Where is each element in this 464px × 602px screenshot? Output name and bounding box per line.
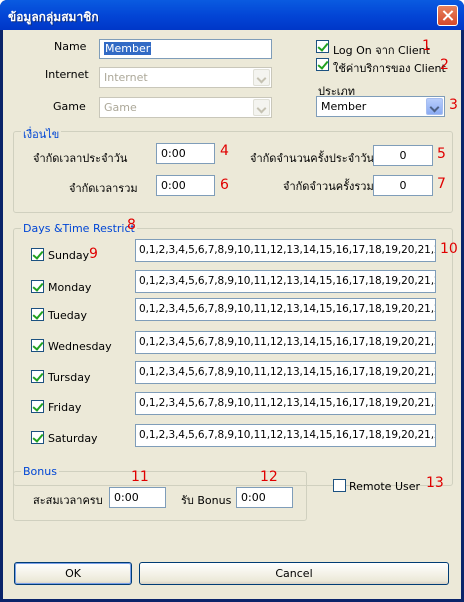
use-service-checkbox[interactable] [316,58,329,71]
sunday-label: Sunday [48,249,90,262]
annotation-13: 13 [426,475,444,491]
friday-hours-input[interactable]: 0,1,2,3,4,5,6,7,8,9,10,11,12,13,14,15,16… [135,392,436,415]
annotation-11: 11 [131,469,149,485]
tuesday-hours-input[interactable]: 0,1,2,3,4,5,6,7,8,9,10,11,12,13,14,15,16… [135,298,436,321]
accumulate-input[interactable]: 0:00 [109,487,166,508]
cancel-button[interactable]: Cancel [139,562,449,585]
type-select[interactable]: Member [316,96,445,117]
daily-count-label: จำกัดจำนวนครั้งประจำวัน [250,152,375,165]
ok-button[interactable]: OK [14,562,132,585]
logon-checkbox[interactable] [316,40,329,53]
annotation-10: 10 [440,241,458,257]
thursday-label: Tursday [48,371,91,384]
logon-label: Log On จาก Client [333,44,430,57]
wednesday-hours-input[interactable]: 0,1,2,3,4,5,6,7,8,9,10,11,12,13,14,15,16… [135,331,436,354]
saturday-label: Saturday [48,432,98,445]
conditions-legend: เงื่อนไข [21,125,62,143]
restrict-legend: Days &Time Restrict [21,222,137,235]
name-value: Member [104,42,152,55]
name-input[interactable]: Member [99,39,272,59]
monday-label: Monday [48,281,92,294]
restrict-group: Days &Time Restrict [13,222,453,486]
type-select-value: Member [321,100,367,113]
remote-user-checkbox[interactable] [333,479,346,492]
annotation-5: 5 [437,146,446,162]
friday-checkbox[interactable] [31,400,44,413]
receive-bonus-label: รับ Bonus [181,494,232,507]
total-time-label: จำกัดเวลารวม [69,182,138,195]
daily-count-input[interactable]: 0 [373,145,433,166]
monday-checkbox[interactable] [31,280,44,293]
close-icon[interactable] [437,5,458,26]
saturday-checkbox[interactable] [31,431,44,444]
name-label: Name [54,40,87,53]
thursday-hours-input[interactable]: 0,1,2,3,4,5,6,7,8,9,10,11,12,13,14,15,16… [135,361,436,384]
total-count-input[interactable]: 0 [373,175,433,196]
daily-time-input[interactable]: 0:00 [156,143,215,164]
dialog-body: Name Member Internet Internet Game Game … [3,30,461,599]
accumulate-label: สะสมเวลาครบ [33,494,103,507]
annotation-3: 3 [449,97,458,113]
title-bar[interactable]: ข้อมูลกลุ่มสมาชิก [0,0,464,30]
tuesday-label: Tueday [48,309,88,322]
friday-label: Friday [48,401,82,414]
total-count-label: จำกัดจำวนครั้งรวม [283,180,374,193]
tuesday-checkbox[interactable] [31,308,44,321]
chevron-down-icon[interactable] [253,99,270,116]
thursday-checkbox[interactable] [31,370,44,383]
annotation-7: 7 [437,176,446,192]
annotation-1: 1 [422,38,431,54]
remote-user-label: Remote User [349,480,421,493]
internet-label: Internet [45,68,89,81]
wednesday-label: Wednesday [48,340,112,353]
total-time-input[interactable]: 0:00 [156,175,215,196]
monday-hours-input[interactable]: 0,1,2,3,4,5,6,7,8,9,10,11,12,13,14,15,16… [135,270,436,293]
sunday-hours-input[interactable]: 0,1,2,3,4,5,6,7,8,9,10,11,12,13,14,15,16… [135,239,436,262]
daily-time-label: จำกัดเวลาประจำวัน [33,152,128,165]
game-select-value: Game [104,101,137,114]
bonus-legend: Bonus [21,465,59,478]
internet-select-value: Internet [104,71,148,84]
dialog-window: ข้อมูลกลุ่มสมาชิก Name Member Internet I… [0,0,464,602]
conditions-group: เงื่อนไข [13,125,453,213]
internet-select[interactable]: Internet [99,67,272,88]
chevron-down-icon[interactable] [253,69,270,86]
window-title: ข้อมูลกลุ่มสมาชิก [8,10,99,24]
annotation-2: 2 [440,57,449,73]
use-service-label: ใช้ค่าบริการของ Client [333,62,446,75]
annotation-8: 8 [127,217,136,233]
sunday-checkbox[interactable] [31,248,44,261]
annotation-12: 12 [260,469,278,485]
saturday-hours-input[interactable]: 0,1,2,3,4,5,6,7,8,9,10,11,12,13,14,15,16… [135,424,436,447]
receive-bonus-input[interactable]: 0:00 [236,487,293,508]
annotation-6: 6 [220,177,229,193]
chevron-down-icon[interactable] [426,98,443,115]
wednesday-checkbox[interactable] [31,339,44,352]
annotation-9: 9 [89,246,98,262]
game-select[interactable]: Game [99,97,272,118]
annotation-4: 4 [220,143,229,159]
game-label: Game [53,100,86,113]
